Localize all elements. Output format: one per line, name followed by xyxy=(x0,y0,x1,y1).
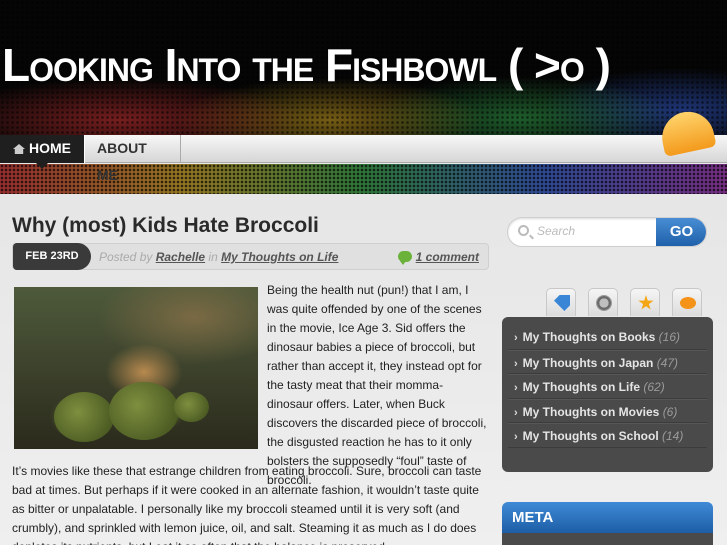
chevron-right-icon: › xyxy=(514,357,518,370)
category-name: My Thoughts on Japan xyxy=(522,355,654,370)
tab-comments[interactable] xyxy=(672,288,702,316)
post-title[interactable]: Why (most) Kids Hate Broccoli xyxy=(12,214,319,238)
author-link[interactable]: Rachelle xyxy=(156,250,205,264)
posted-by-label: Posted by xyxy=(99,250,153,264)
category-link[interactable]: My Thoughts on Life xyxy=(221,250,338,264)
search-input[interactable] xyxy=(537,224,652,238)
category-item[interactable]: › My Thoughts on School (14) xyxy=(508,423,707,448)
tag-icon xyxy=(554,295,570,311)
category-item[interactable]: › My Thoughts on Books (16) xyxy=(508,325,707,350)
in-label: in xyxy=(208,250,218,264)
search-go-button[interactable]: GO xyxy=(656,218,706,246)
nav-about-me[interactable]: About Me xyxy=(84,135,181,183)
category-name: My Thoughts on Books xyxy=(522,330,656,344)
chevron-right-icon: › xyxy=(514,382,518,395)
site-title[interactable]: Looking Into the Fishbowl ( >o ) xyxy=(2,38,611,92)
broccoli-shape xyxy=(174,392,209,422)
post-paragraph-2: It’s movies like these that estrange chi… xyxy=(12,464,482,545)
category-count: (6) xyxy=(662,404,678,419)
nav-active-indicator xyxy=(36,163,48,169)
chat-icon xyxy=(680,297,696,309)
category-item[interactable]: › My Thoughts on Movies (6) xyxy=(508,398,707,424)
site-header: Looking Into the Fishbowl ( >o ) xyxy=(0,0,727,135)
category-count: (47) xyxy=(656,355,679,370)
post-meta-bar: Feb 23rd Posted by Rachelle in My Though… xyxy=(12,243,489,270)
post-byline: Posted by Rachelle in My Thoughts on Lif… xyxy=(99,250,338,264)
main-nav: Home About Me xyxy=(0,135,727,183)
nav-home-label: Home xyxy=(29,140,71,156)
broccoli-shape xyxy=(109,382,179,440)
category-name: My Thoughts on School xyxy=(522,429,659,444)
post-paragraph-1: Being the health nut (pun!) that I am, I… xyxy=(267,283,487,487)
comment-bubble-icon xyxy=(397,251,412,265)
clock-icon xyxy=(596,295,612,311)
post-image-ice-age xyxy=(14,287,258,449)
comments-link[interactable]: 1 comment xyxy=(416,250,479,264)
category-count: (62) xyxy=(643,380,665,395)
broccoli-shape xyxy=(54,392,114,442)
meta-widget-title: META xyxy=(502,502,713,533)
category-item[interactable]: › My Thoughts on Japan (47) xyxy=(508,349,707,375)
post-date-badge: Feb 23rd xyxy=(13,243,91,270)
comments-area: 1 comment xyxy=(397,250,479,265)
search-icon xyxy=(518,225,529,236)
star-icon xyxy=(638,295,654,310)
tab-tags[interactable] xyxy=(546,288,576,316)
chevron-right-icon: › xyxy=(514,406,518,419)
category-count: (14) xyxy=(662,429,684,444)
categories-panel: › My Thoughts on Books (16) › My Thoughts … xyxy=(502,317,713,472)
search-box: GO xyxy=(507,217,707,247)
category-name: My Thoughts on Life xyxy=(522,380,640,395)
meta-widget-body xyxy=(502,533,713,545)
tab-recent[interactable] xyxy=(588,288,618,316)
nav-home[interactable]: Home xyxy=(0,135,84,163)
category-item[interactable]: › My Thoughts on Life (62) xyxy=(508,374,707,399)
category-name: My Thoughts on Movies xyxy=(522,404,660,419)
chevron-right-icon: › xyxy=(514,332,518,344)
home-icon xyxy=(13,144,25,154)
category-count: (16) xyxy=(658,330,681,344)
chevron-right-icon: › xyxy=(514,431,518,444)
tab-popular[interactable] xyxy=(630,288,660,316)
